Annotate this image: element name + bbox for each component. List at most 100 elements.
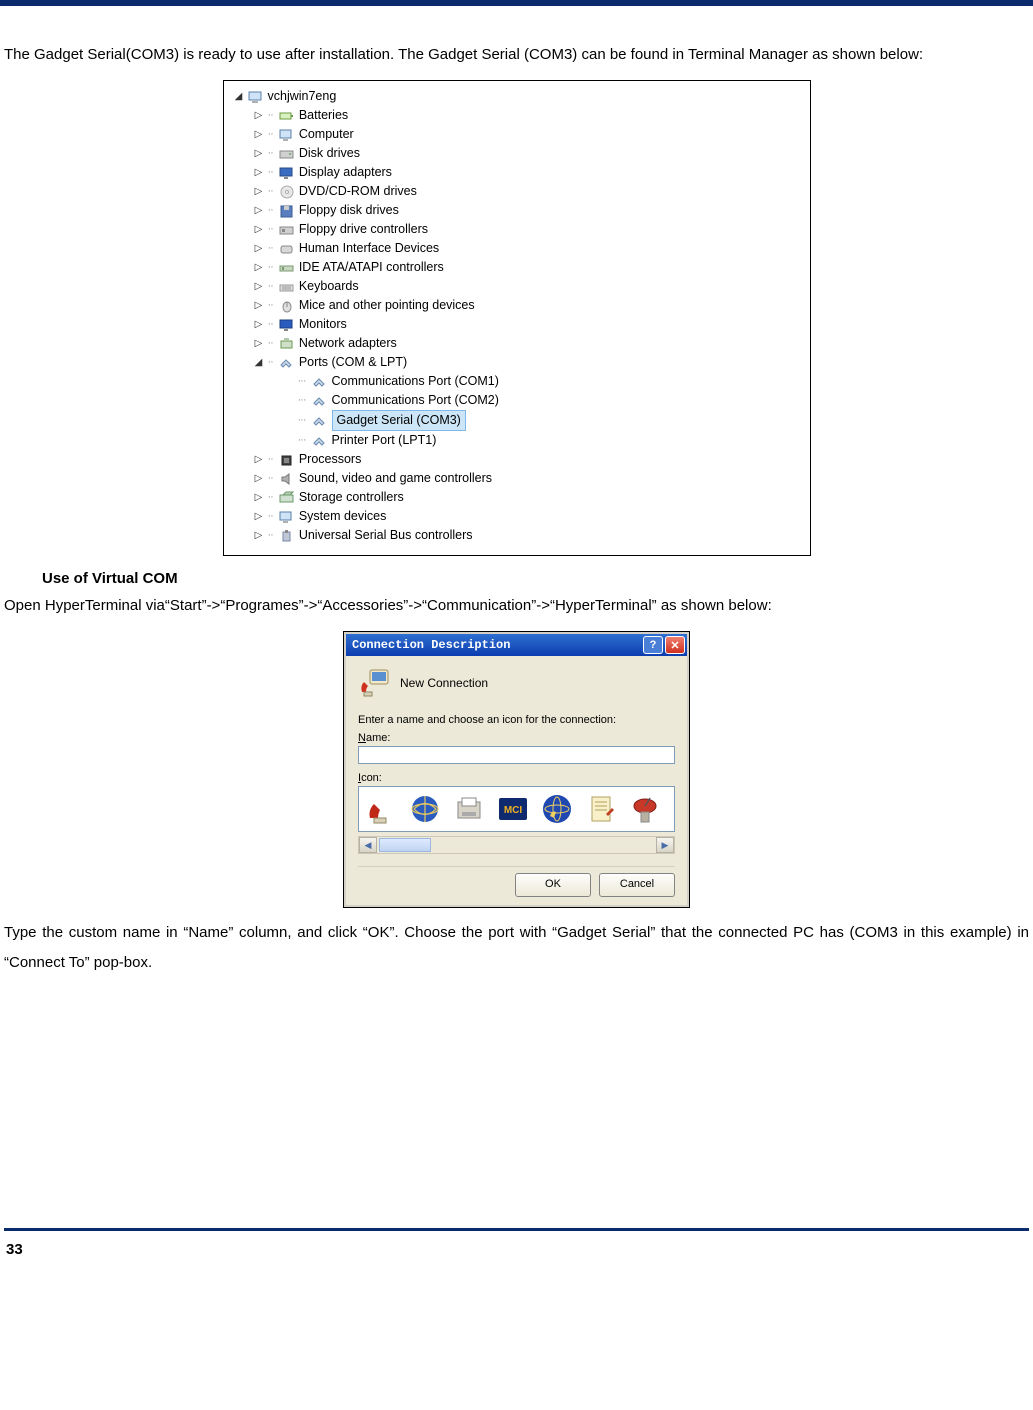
tree-item[interactable]: ▷··Floppy disk drives — [254, 201, 802, 220]
tree-item-label: Monitors — [299, 315, 347, 334]
icon-option-phone[interactable] — [363, 791, 399, 827]
collapse-icon[interactable]: ▷ — [254, 201, 264, 220]
tree-item[interactable]: ▷··Display adapters — [254, 163, 802, 182]
tree-connector: ··· — [298, 431, 306, 450]
tree-item[interactable]: ▷··Batteries — [254, 106, 802, 125]
tree-item-label: Computer — [299, 125, 354, 144]
scroll-left-button[interactable]: ◀ — [359, 837, 377, 853]
collapse-icon[interactable]: ▷ — [254, 507, 264, 526]
tree-item-label: Sound, video and game controllers — [299, 469, 492, 488]
tree-connector: ·· — [268, 507, 273, 526]
scroll-thumb[interactable] — [379, 838, 431, 852]
tree-connector: ·· — [268, 450, 273, 469]
tree-subitem-label: Communications Port (COM1) — [332, 372, 499, 391]
port-icon — [312, 434, 328, 448]
tree-connector: ·· — [268, 526, 273, 545]
icon-option-mci[interactable]: MCI — [495, 791, 531, 827]
titlebar[interactable]: Connection Description ? ✕ — [346, 634, 687, 656]
ok-button[interactable]: OK — [515, 873, 591, 897]
icon-option-fax[interactable] — [451, 791, 487, 827]
collapse-icon[interactable]: ▷ — [254, 163, 264, 182]
icon-option-atomphone[interactable] — [539, 791, 575, 827]
floppy-icon — [279, 204, 295, 218]
icon-option-note[interactable] — [583, 791, 619, 827]
collapse-icon[interactable]: ▷ — [254, 450, 264, 469]
tree-item-label: Floppy drive controllers — [299, 220, 428, 239]
collapse-icon[interactable]: ▷ — [254, 334, 264, 353]
tree-subitem[interactable]: ···Gadget Serial (COM3) — [298, 410, 802, 431]
icon-option-globe[interactable] — [407, 791, 443, 827]
mouse-icon — [279, 299, 295, 313]
tree-item[interactable]: ▷·· Universal Serial Bus controllers — [254, 526, 802, 545]
tree-subitem[interactable]: ···Communications Port (COM2) — [298, 391, 802, 410]
collapse-icon[interactable]: ▷ — [254, 182, 264, 201]
tree-connector: ·· — [268, 106, 273, 125]
tree-item[interactable]: ▷··Sound, video and game controllers — [254, 469, 802, 488]
tree-item[interactable]: ▷··IDE ATA/ATAPI controllers — [254, 258, 802, 277]
collapse-icon[interactable]: ▷ — [254, 106, 264, 125]
collapse-icon[interactable]: ▷ — [254, 315, 264, 334]
tree-root-row[interactable]: ◢ vchjwin7eng — [234, 87, 802, 106]
collapse-icon[interactable]: ▷ — [254, 239, 264, 258]
icon-list[interactable]: MCI — [358, 786, 675, 832]
tree-item[interactable]: ▷··Storage controllers — [254, 488, 802, 507]
collapse-icon[interactable]: ▷ — [254, 125, 264, 144]
port-icon — [279, 356, 295, 370]
collapse-icon[interactable]: ▷ — [254, 144, 264, 163]
tree-item[interactable]: ▷··Disk drives — [254, 144, 802, 163]
close-icon: ✕ — [670, 639, 679, 652]
help-button[interactable]: ? — [643, 636, 663, 654]
section-heading: Use of Virtual COM — [42, 570, 1029, 587]
computer-icon — [248, 90, 264, 104]
collapse-icon[interactable]: ◢ — [234, 87, 244, 106]
tree-item-label: Universal Serial Bus controllers — [299, 526, 473, 545]
scroll-right-button[interactable]: ▶ — [656, 837, 674, 853]
tree-item[interactable]: ◢··Ports (COM & LPT) — [254, 353, 802, 372]
tree-item-label: Processors — [299, 450, 362, 469]
kbd-icon — [279, 280, 295, 294]
tree-item[interactable]: ▷··Network adapters — [254, 334, 802, 353]
name-input[interactable] — [358, 746, 675, 764]
connection-description-dialog: Connection Description ? ✕ — [343, 631, 690, 908]
tree-item[interactable]: ▷·· DVD/CD-ROM drives — [254, 182, 802, 201]
collapse-icon[interactable]: ▷ — [254, 277, 264, 296]
icon-option-dish[interactable] — [627, 791, 663, 827]
collapse-icon[interactable]: ▷ — [254, 296, 264, 315]
paragraph-3: Type the custom name in “Name” column, a… — [4, 918, 1029, 978]
tree-item[interactable]: ▷··Human Interface Devices — [254, 239, 802, 258]
tree-item-label: System devices — [299, 507, 387, 526]
top-accent-bar — [0, 0, 1033, 6]
disk-icon — [279, 147, 295, 161]
dialog-title: Connection Description — [352, 638, 510, 652]
cpu-icon — [279, 453, 295, 467]
collapse-icon[interactable]: ▷ — [254, 526, 264, 545]
close-button[interactable]: ✕ — [665, 636, 685, 654]
tree-subitem-label: Communications Port (COM2) — [332, 391, 499, 410]
tree-subitem[interactable]: ···Printer Port (LPT1) — [298, 431, 802, 450]
tree-item[interactable]: ▷·· Processors — [254, 450, 802, 469]
tree-item-label: DVD/CD-ROM drives — [299, 182, 417, 201]
icon-scrollbar[interactable]: ◀ ▶ — [358, 836, 675, 854]
tree-subitem[interactable]: ···Communications Port (COM1) — [298, 372, 802, 391]
tree-item[interactable]: ▷··Keyboards — [254, 277, 802, 296]
tree-item[interactable]: ▷··Floppy drive controllers — [254, 220, 802, 239]
tree-item[interactable]: ▷·· Monitors — [254, 315, 802, 334]
tree-item[interactable]: ▷·· System devices — [254, 507, 802, 526]
tree-item[interactable]: ▷··Mice and other pointing devices — [254, 296, 802, 315]
collapse-icon[interactable]: ◢ — [254, 353, 264, 372]
collapse-icon[interactable]: ▷ — [254, 220, 264, 239]
collapse-icon[interactable]: ▷ — [254, 488, 264, 507]
device-manager-screenshot: ◢ vchjwin7eng ▷··Batteries▷··Computer▷··… — [223, 80, 811, 556]
ide-icon — [279, 261, 295, 275]
collapse-icon[interactable]: ▷ — [254, 258, 264, 277]
tree-item[interactable]: ▷··Computer — [254, 125, 802, 144]
paragraph-2: Open HyperTerminal via“Start”->“Programe… — [4, 591, 1029, 621]
cancel-button[interactable]: Cancel — [599, 873, 675, 897]
collapse-icon[interactable]: ▷ — [254, 469, 264, 488]
tree-connector: ·· — [268, 334, 273, 353]
page-number: 33 — [4, 1241, 1029, 1258]
tree-connector: ·· — [268, 182, 273, 201]
port-icon — [312, 394, 328, 408]
tree-connector: ·· — [268, 315, 273, 334]
icon-label: Icon: — [358, 772, 675, 784]
